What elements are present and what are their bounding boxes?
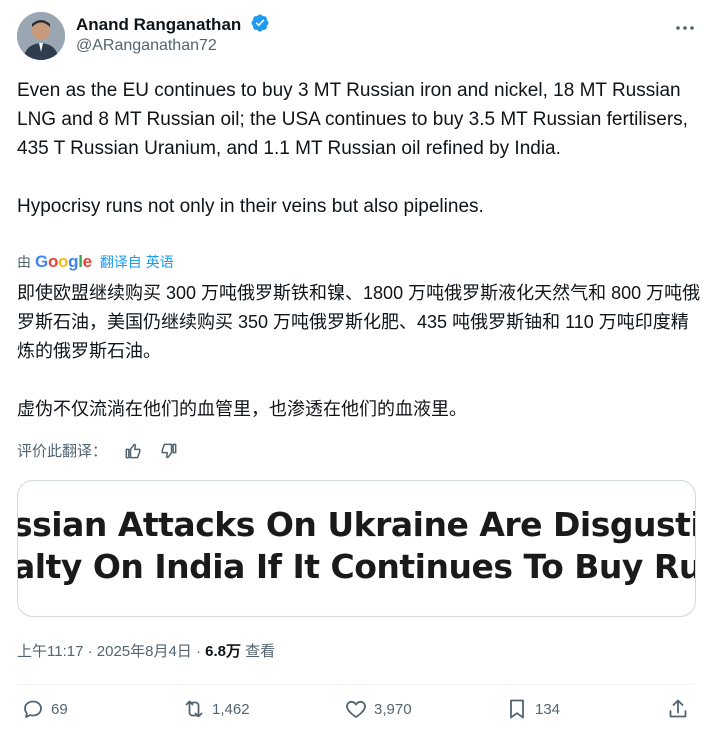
card-headline-line: ssian Attacks On Ukraine Are Disgusting,… (17, 505, 695, 544)
retweet-icon (185, 700, 203, 718)
reply-count: 69 (51, 700, 68, 718)
verified-badge-icon[interactable] (250, 13, 270, 33)
rate-translation: 评价此翻译： (17, 440, 179, 461)
retweet-button[interactable]: 1,462 (182, 697, 250, 721)
thumbs-down-icon[interactable] (159, 441, 179, 461)
reply-icon (24, 700, 42, 718)
author-name[interactable]: Anand Ranganathan (76, 13, 270, 35)
tweet-timestamp[interactable]: 上午11:17 · 2025年8月4日 · (17, 643, 205, 660)
views-label: 查看 (241, 643, 276, 660)
translation-text: 即使欧盟继续购买 300 万吨俄罗斯铁和镍、1800 万吨俄罗斯液化天然气和 8… (17, 279, 702, 424)
rate-translation-label: 评价此翻译： (17, 443, 108, 460)
more-horizontal-icon (676, 26, 694, 30)
bookmark-icon (510, 699, 524, 719)
more-options-button[interactable] (673, 16, 697, 40)
divider (17, 684, 694, 685)
translation-attribution: 由 Google 翻译自 英语 (17, 252, 174, 272)
card-headline-line: alty On India If It Continues To Buy Rus… (17, 547, 695, 586)
heart-icon (346, 700, 366, 718)
tweet-header: Anand Ranganathan @ARanganathan72 (17, 10, 697, 60)
like-count: 3,970 (374, 700, 412, 718)
retweet-count: 1,462 (212, 700, 250, 718)
tweet-meta: 上午11:17 · 2025年8月4日 · 6.8万 查看 (17, 640, 275, 661)
bookmark-button[interactable]: 134 (505, 697, 560, 721)
reply-button[interactable]: 69 (21, 697, 68, 721)
view-count: 6.8万 (205, 643, 241, 660)
tweet-paragraph: Hypocrisy runs not only in their veins b… (17, 196, 484, 217)
translation-paragraph: 即使欧盟继续购买 300 万吨俄罗斯铁和镍、1800 万吨俄罗斯液化天然气和 8… (17, 283, 701, 361)
translated-from-link[interactable]: 翻译自 英语 (100, 252, 174, 272)
bookmark-count: 134 (535, 700, 561, 718)
author-handle[interactable]: @ARanganathan72 (76, 37, 217, 55)
tweet-paragraph: Even as the EU continues to buy 3 MT Rus… (17, 80, 688, 159)
author-name-text[interactable]: Anand Ranganathan (76, 15, 241, 34)
like-button[interactable]: 3,970 (344, 697, 412, 721)
avatar-image-icon (17, 12, 65, 60)
google-logo: Google (35, 252, 92, 271)
action-bar: 69 1,462 3,970 134 (17, 697, 694, 727)
avatar[interactable] (17, 12, 65, 60)
translated-by-label: 由 (17, 254, 31, 270)
tweet-text: Even as the EU continues to buy 3 MT Rus… (17, 76, 702, 221)
share-button[interactable] (666, 697, 690, 721)
share-icon (669, 699, 687, 718)
thumbs-up-icon[interactable] (123, 441, 143, 461)
translation-paragraph: 虚伪不仅流淌在他们的血管里，也渗透在他们的血液里。 (17, 399, 467, 419)
link-preview-card[interactable]: ssian Attacks On Ukraine Are Disgusting,… (17, 480, 696, 617)
